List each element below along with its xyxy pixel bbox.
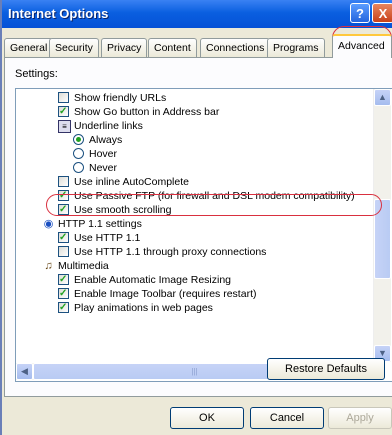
tab-programs[interactable]: Programs	[267, 38, 325, 57]
radio-label: Never	[89, 162, 118, 174]
settings-label: Settings:	[15, 68, 58, 80]
tab-security[interactable]: Security	[49, 38, 99, 57]
setting-label: Play animations in web pages	[74, 302, 213, 314]
settings-list[interactable]: Show friendly URLs Show Go button in Add…	[15, 88, 392, 382]
radio-button[interactable]	[73, 148, 84, 159]
checkbox[interactable]	[58, 231, 69, 244]
setting-label: Enable Automatic Image Resizing	[74, 274, 232, 286]
help-button[interactable]: ?	[350, 3, 370, 23]
checkbox[interactable]	[58, 246, 69, 257]
setting-label: Use HTTP 1.1	[74, 232, 141, 244]
checkbox[interactable]	[58, 301, 69, 314]
tab-connections[interactable]: Connections	[200, 38, 271, 57]
restore-defaults-button[interactable]: Restore Defaults	[267, 358, 385, 380]
cancel-button[interactable]: Cancel	[250, 407, 324, 429]
title-bar[interactable]: Internet Options ? X	[2, 0, 392, 28]
setting-label: Show friendly URLs	[74, 92, 167, 104]
group-label: Multimedia	[58, 260, 109, 272]
setting-label: Use inline AutoComplete	[74, 176, 189, 188]
radio-button[interactable]	[73, 134, 84, 145]
multimedia-icon: ♫	[44, 260, 53, 272]
checkbox[interactable]	[58, 92, 69, 103]
apply-button[interactable]: Apply	[328, 407, 392, 429]
group-label: HTTP 1.1 settings	[58, 218, 142, 230]
checkbox[interactable]	[58, 273, 69, 286]
tab-general[interactable]: General	[4, 38, 54, 57]
setting-label: Use HTTP 1.1 through proxy connections	[74, 246, 267, 258]
tab-privacy[interactable]: Privacy	[101, 38, 148, 57]
highlight-passive-ftp	[46, 194, 382, 216]
radio-label: Always	[89, 134, 123, 146]
radio-label: Hover	[89, 148, 118, 160]
tab-content[interactable]: Content	[148, 38, 197, 57]
ok-button[interactable]: OK	[170, 407, 244, 429]
globe-icon: ◉	[43, 218, 54, 230]
checkbox[interactable]	[58, 105, 69, 118]
scroll-left-icon[interactable]: ◀	[16, 363, 33, 380]
checkbox[interactable]	[58, 287, 69, 300]
scroll-up-icon[interactable]: ▲	[374, 89, 391, 106]
radio-button[interactable]	[73, 162, 84, 173]
internet-options-window: Internet Options ? X General Security Pr…	[2, 0, 392, 435]
checkbox[interactable]	[58, 176, 69, 187]
setting-label: Show Go button in Address bar	[74, 106, 220, 118]
close-button[interactable]: X	[372, 3, 392, 23]
tab-advanced[interactable]: Advanced	[332, 34, 392, 58]
tab-strip: General Security Privacy Content Connect…	[2, 34, 392, 58]
window-title: Internet Options	[8, 6, 109, 21]
setting-label: Enable Image Toolbar (requires restart)	[74, 288, 257, 300]
advanced-panel: Settings: Show friendly URLs Show Go but…	[4, 57, 392, 397]
group-label: Underline links	[74, 120, 143, 132]
vertical-scrollbar[interactable]: ▲ ▼	[373, 89, 391, 362]
list-icon: ≡	[58, 120, 71, 133]
